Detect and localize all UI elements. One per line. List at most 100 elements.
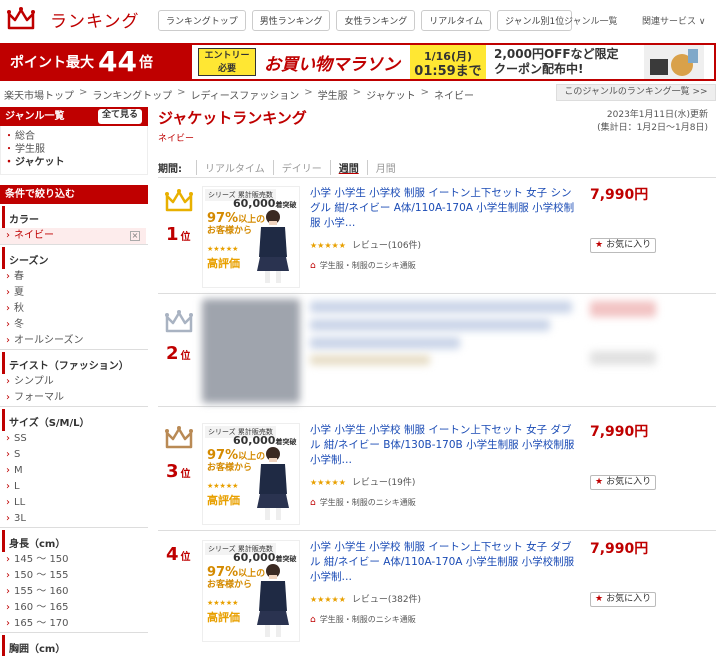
related-services-link[interactable]: 関連サービス ∨ [642, 14, 705, 27]
uniform-model-icon [257, 210, 289, 283]
marathon-banner[interactable]: ポイント最大 44 倍 エントリー 必要 お買い物マラソン 1/16(月) 01… [0, 43, 716, 81]
rank-number: 1位 [166, 224, 191, 245]
breadcrumb-jacket[interactable]: ジャケット [366, 87, 416, 102]
thumb-high: 高評価 [207, 611, 240, 624]
breadcrumb-ranking-top[interactable]: ランキングトップ [92, 87, 172, 102]
breadcrumb-sep: > [304, 87, 313, 98]
blurred-title-line [310, 319, 550, 331]
review-link[interactable]: レビュー(106件) [352, 241, 421, 251]
rank-suffix: 位 [180, 552, 191, 563]
thumb-pct: 97% [207, 448, 239, 463]
thumb-pct-text2: お客様から [207, 463, 253, 473]
home-icon: ⌂ [310, 498, 316, 508]
shop-info: ⌂ 学生服・制服のニシキ通販 [310, 497, 416, 508]
genre-item-uniform[interactable]: 学生服 [4, 143, 147, 156]
shop-info: ⌂ 学生服・制服のニシキ通販 [310, 260, 416, 271]
genre-item-jacket[interactable]: ジャケット [4, 156, 147, 169]
sidebar: ジャンル一覧 全て見る 総合 学生服 ジャケット 条件で絞り込む カラー ネイビ… [0, 107, 148, 656]
breadcrumb-navy[interactable]: ネイビー [434, 87, 474, 102]
rank-suffix: 位 [180, 469, 191, 480]
genre-item-all[interactable]: 総合 [4, 130, 147, 143]
banner-point-section: ポイント最大 44 倍 [2, 45, 192, 79]
filter-header: 条件で絞り込む [0, 185, 148, 204]
product-title-link[interactable]: 小学 小学生 小学校 制服 イートン上下セット 女子 シングル 紺/ネイビー A… [310, 186, 580, 231]
banner-image [644, 45, 704, 79]
filter-size-item[interactable]: S [0, 447, 148, 463]
banner-entry-badge: エントリー 必要 [198, 48, 256, 76]
filter-season-item[interactable]: オールシーズン [0, 333, 148, 349]
filter-season-item[interactable]: 秋 [0, 301, 148, 317]
filter-season-title: シーズン [2, 247, 148, 269]
breadcrumb-rakuten-top[interactable]: 楽天市場トップ [4, 87, 74, 102]
product-title-link[interactable]: 小学 小学生 小学校 制服 イートン上下セット 女子 ダブル 紺/ネイビー B体… [310, 423, 580, 468]
banner-entry-required: 必要 [217, 64, 236, 74]
filter-season-item[interactable]: 夏 [0, 285, 148, 301]
breadcrumb-sep: > [79, 87, 88, 98]
filter-season-item[interactable]: 冬 [0, 317, 148, 333]
nav-men-ranking[interactable]: 男性ランキング [251, 10, 331, 31]
filter-taste-item[interactable]: フォーマル [0, 390, 148, 406]
see-all-button[interactable]: 全て見る [97, 109, 142, 124]
nav-women-ranking[interactable]: 女性ランキング [336, 10, 416, 31]
thumb-pct-text2: お客様から [207, 226, 253, 236]
filter-height-item[interactable]: 150 ～ 155 [0, 568, 148, 584]
favorite-button[interactable]: ★ お気に入り [590, 238, 656, 253]
rank-value: 1 [166, 224, 179, 245]
review-link[interactable]: レビュー(382件) [352, 595, 421, 605]
nav-realtime[interactable]: リアルタイム [421, 10, 491, 31]
filter-size-item[interactable]: 3L [0, 511, 148, 527]
filter-size-item[interactable]: SS [0, 431, 148, 447]
clear-filter-icon[interactable]: × [130, 231, 140, 241]
shop-link[interactable]: 学生服・制服のニシキ通販 [320, 615, 416, 624]
favorite-button[interactable]: ★ お気に入り [590, 592, 656, 607]
ranking-item-4: 4位 シリーズ 累計販売数 60,000着突破 97%以上の お客様から ★★★★… [158, 536, 716, 648]
period-monthly[interactable]: 月間 [366, 160, 404, 175]
review-info: ★★★★★ レビュー(382件) [310, 592, 421, 605]
breadcrumb-ladies-fashion[interactable]: レディースファッション [190, 87, 299, 102]
filter-height-item[interactable]: 145 ～ 150 [0, 552, 148, 568]
favorite-label: お気に入り [606, 240, 652, 250]
product-image[interactable]: シリーズ 累計販売数 60,000着突破 97%以上の お客様から ★★★★★ 高… [202, 186, 300, 288]
thumb-stars: ★★★★★ [207, 482, 239, 490]
product-title-link[interactable]: 小学 小学生 小学校 制服 イートン上下セット 女子 ダブル 紺/ネイビー A体… [310, 540, 580, 585]
filter-season-item[interactable]: 春 [0, 269, 148, 285]
genre-list-header: ジャンル一覧 全て見る [0, 107, 148, 126]
breadcrumb-school-uniform[interactable]: 学生服 [318, 87, 348, 102]
review-link[interactable]: レビュー(19件) [352, 478, 415, 488]
logo-text: ランキング [50, 11, 140, 32]
blurred-product-image [202, 299, 300, 403]
genre-ranking-list-button[interactable]: このジャンルのランキング一覧 >> [556, 84, 716, 101]
product-image[interactable]: シリーズ 累計販売数 60,000着突破 97%以上の お客様から ★★★★★ 高… [202, 540, 300, 642]
star-icon: ★ [595, 477, 604, 487]
period-realtime[interactable]: リアルタイム [196, 160, 273, 175]
rank-suffix: 位 [180, 351, 191, 362]
ranking-logo[interactable]: ランキング [6, 6, 140, 32]
uniform-model-icon [257, 564, 289, 637]
genre-list-link[interactable]: ジャンル一覧 [564, 14, 618, 27]
thumb-high: 高評価 [207, 494, 240, 507]
filter-size-item[interactable]: M [0, 463, 148, 479]
filter-height-item[interactable]: 165 ～ 170 [0, 616, 148, 632]
ranking-main: ジャケットランキング ネイビー 2023年1月11日(水)更新 (集計日：1月2… [158, 107, 716, 178]
filter-color-navy[interactable]: ネイビー × [0, 228, 146, 244]
shop-link[interactable]: 学生服・制服のニシキ通販 [320, 261, 416, 270]
product-image[interactable]: シリーズ 累計販売数 60,000着突破 97%以上の お客様から ★★★★★ 高… [202, 423, 300, 525]
filter-height-item[interactable]: 160 ～ 165 [0, 600, 148, 616]
filter-height-title: 身長（cm） [2, 530, 148, 552]
filter-color-title: カラー [2, 206, 148, 228]
period-daily[interactable]: デイリー [272, 160, 330, 175]
filter-height-item[interactable]: 155 ～ 160 [0, 584, 148, 600]
shop-link[interactable]: 学生服・制服のニシキ通販 [320, 498, 416, 507]
favorite-button[interactable]: ★ お気に入り [590, 475, 656, 490]
rank-number: 3位 [166, 461, 191, 482]
filter-taste-item[interactable]: シンプル [0, 374, 148, 390]
filter-size-item[interactable]: L [0, 479, 148, 495]
banner-coupon-line1: 2,000円OFFなど限定 [494, 47, 619, 61]
nav-genre-first[interactable]: ジャンル別1位 [496, 10, 573, 31]
filter-size-item[interactable]: LL [0, 495, 148, 511]
period-weekly[interactable]: 週間 [329, 160, 367, 175]
home-icon: ⌂ [310, 261, 316, 271]
blurred-review [310, 355, 430, 365]
nav-ranking-top[interactable]: ランキングトップ [158, 10, 246, 31]
banner-coupon-line2: クーポン配布中! [494, 62, 584, 76]
